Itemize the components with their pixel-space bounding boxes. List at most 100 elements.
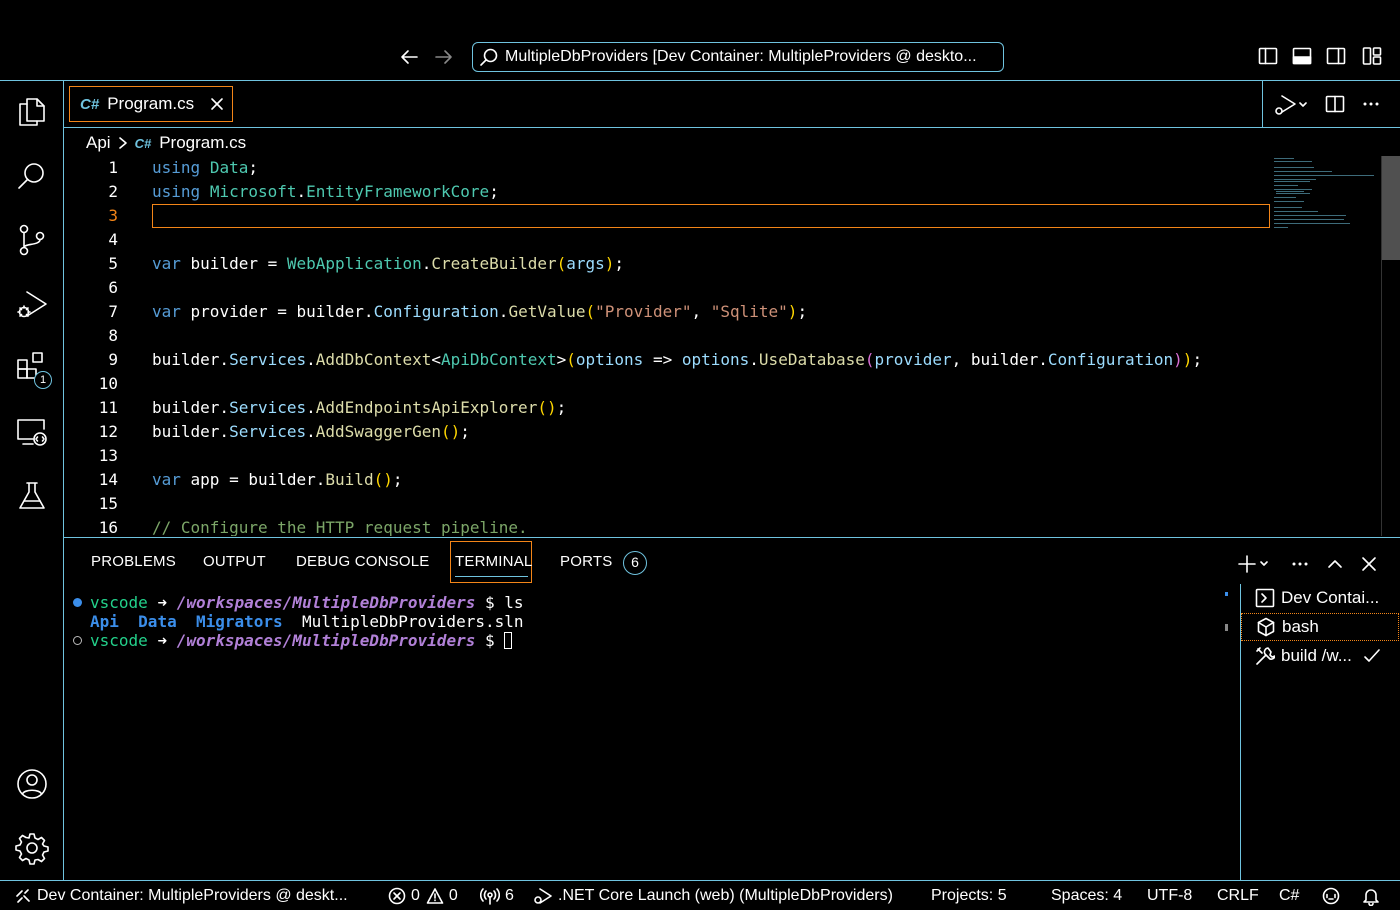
run-debug-icon[interactable] [15, 287, 49, 321]
active-tab-indicator [455, 576, 528, 577]
terminal-icon [1255, 588, 1275, 608]
customize-layout-icon[interactable] [1362, 46, 1382, 66]
tab-terminal[interactable]: TERMINAL [455, 553, 532, 570]
code-line: 2 using Microsoft.EntityFrameworkCore; [64, 180, 1380, 204]
accounts-icon[interactable] [15, 767, 49, 801]
terminal-item-build[interactable]: build /w... [1241, 642, 1399, 670]
line-number: 11 [98, 398, 118, 417]
split-editor-icon[interactable] [1325, 94, 1345, 114]
command-pending-dot[interactable] [73, 636, 82, 645]
remote-explorer-icon[interactable] [15, 415, 49, 449]
code-line: 3 [64, 204, 1380, 228]
tab-label: Program.cs [107, 94, 195, 113]
eol-indicator[interactable]: CRLF [1217, 886, 1259, 906]
remote-indicator[interactable]: Dev Container: MultipleProviders @ deskt… [14, 886, 348, 906]
indentation-indicator[interactable]: Spaces: 4 [1051, 886, 1122, 906]
code-line: 1 using Data; [64, 156, 1380, 180]
editor-actions [1262, 81, 1400, 127]
minimap[interactable] [1272, 156, 1380, 236]
search-icon[interactable] [15, 159, 49, 193]
toggle-primary-sidebar-icon[interactable] [1258, 46, 1278, 66]
problems-indicator[interactable]: 0 0 [388, 886, 458, 906]
more-actions-icon[interactable] [1361, 94, 1381, 114]
command-success-dot[interactable] [73, 598, 82, 607]
code-text: using Microsoft.EntityFrameworkCore; [152, 182, 499, 201]
line-number: 16 [98, 518, 118, 536]
editor-scrollbar[interactable] [1381, 156, 1400, 536]
code-text: var provider = builder.Configuration.Get… [152, 302, 808, 321]
encoding-indicator[interactable]: UTF-8 [1147, 886, 1192, 906]
new-terminal-icon[interactable] [1238, 555, 1270, 573]
code-editor[interactable]: 1 using Data; 2 using Microsoft.EntityFrame… [64, 156, 1380, 536]
line-number: 7 [108, 302, 118, 321]
close-panel-icon[interactable] [1360, 555, 1378, 573]
code-line: 4 [64, 228, 1380, 252]
tab-problems[interactable]: PROBLEMS [91, 553, 176, 570]
code-line: 5 var builder = WebApplication.CreateBuil… [64, 252, 1380, 276]
line-number: 2 [108, 182, 118, 201]
more-actions-icon[interactable] [1291, 555, 1309, 573]
code-text: using Data; [152, 158, 258, 177]
forward-arrow-icon[interactable] [433, 46, 455, 68]
ports-indicator[interactable]: 6 [480, 886, 514, 906]
extensions-icon[interactable]: 1 [15, 351, 52, 389]
tab-program-cs[interactable]: C# Program.cs [69, 86, 233, 122]
code-line: 13 [64, 444, 1380, 468]
code-line: 7 var provider = builder.Configuration.Ge… [64, 300, 1380, 324]
breadcrumb-file[interactable]: Program.cs [159, 133, 246, 153]
code-line: 14 var app = builder.Build(); [64, 468, 1380, 492]
chevron-right-icon [117, 136, 129, 150]
search-icon [480, 48, 498, 66]
command-center-search[interactable]: MultipleDbProviders [Dev Container: Mult… [472, 42, 1004, 72]
explorer-icon[interactable] [15, 95, 49, 129]
terminal-item-dev-container[interactable]: Dev Contai... [1241, 584, 1399, 612]
copilot-icon[interactable] [1321, 886, 1346, 906]
csharp-icon: C# [134, 135, 152, 151]
toggle-secondary-sidebar-icon[interactable] [1326, 46, 1346, 66]
csharp-icon: C# [80, 95, 100, 113]
notifications-bell-icon[interactable] [1361, 886, 1386, 906]
warning-icon [426, 888, 444, 904]
extensions-badge: 1 [34, 371, 52, 389]
testing-icon[interactable] [15, 479, 49, 513]
terminal-item-bash[interactable]: bash [1241, 613, 1399, 641]
tab-debug-console[interactable]: DEBUG CONSOLE [296, 553, 429, 570]
code-text: builder.Services.AddDbContext<ApiDbConte… [152, 350, 1203, 369]
tab-output[interactable]: OUTPUT [203, 553, 266, 570]
source-control-icon[interactable] [15, 223, 49, 257]
check-icon [1364, 649, 1380, 662]
line-number: 15 [98, 494, 118, 513]
line-number: 13 [98, 446, 118, 465]
run-debug-dropdown-icon[interactable] [1273, 93, 1307, 117]
code-line: 12 builder.Services.AddSwaggerGen(); [64, 420, 1380, 444]
launch-config[interactable]: .NET Core Launch (web) (MultipleDbProvid… [533, 886, 893, 906]
line-number: 10 [98, 374, 118, 393]
terminal-line: vscode ➜ /workspaces/MultipleDbProviders… [90, 631, 513, 650]
settings-gear-icon[interactable] [15, 831, 49, 865]
code-line: 9 builder.Services.AddDbContext<ApiDbCont… [64, 348, 1380, 372]
toggle-panel-icon[interactable] [1292, 46, 1312, 66]
maximize-panel-icon[interactable] [1326, 555, 1344, 573]
projects-indicator[interactable]: Projects: 5 [931, 886, 1007, 906]
title-bar: MultipleDbProviders [Dev Container: Mult… [0, 0, 1400, 81]
run-debug-icon [534, 888, 552, 904]
tab-ports[interactable]: PORTS [560, 553, 612, 570]
close-icon[interactable] [208, 95, 226, 113]
terminal-scroll-marks [1225, 592, 1228, 631]
scrollbar-thumb[interactable] [1382, 156, 1400, 260]
terminal-line: vscode ➜ /workspaces/MultipleDbProviders… [90, 593, 524, 612]
back-arrow-icon[interactable] [398, 46, 420, 68]
breadcrumb: Api C# Program.cs [86, 131, 246, 155]
search-text: MultipleDbProviders [Dev Container: Mult… [505, 48, 977, 65]
code-line: 8 [64, 324, 1380, 348]
bottom-panel: PROBLEMS OUTPUT DEBUG CONSOLE TERMINAL P… [64, 537, 1400, 881]
breadcrumb-folder[interactable]: Api [86, 133, 111, 153]
code-text: builder.Services.AddEndpointsApiExplorer… [152, 398, 567, 417]
code-line: 16 // Configure the HTTP request pipeline… [64, 516, 1380, 536]
terminal-list: Dev Contai... bash build /w... [1240, 584, 1400, 881]
line-number: 9 [108, 350, 118, 369]
line-number: 1 [108, 158, 118, 177]
language-mode[interactable]: C# [1279, 886, 1299, 906]
terminal-output[interactable]: vscode ➜ /workspaces/MultipleDbProviders… [64, 593, 1240, 881]
editor-tab-bar: C# Program.cs [64, 81, 1400, 128]
